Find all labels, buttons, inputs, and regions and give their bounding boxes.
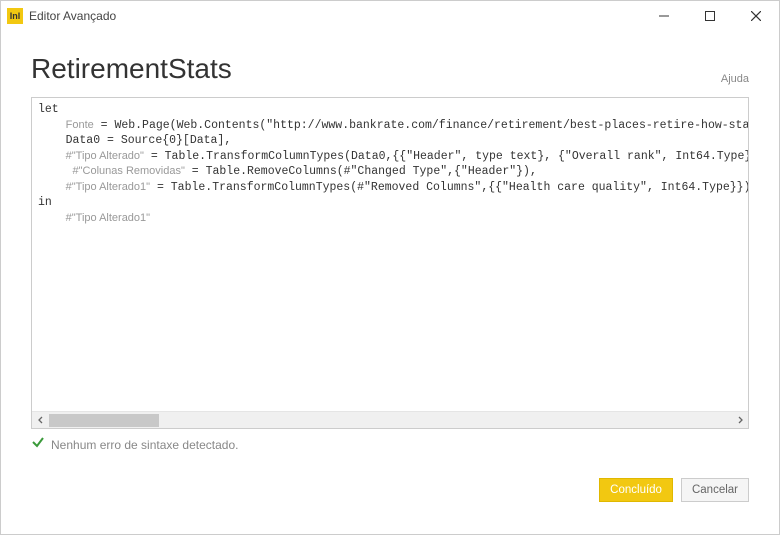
scroll-thumb[interactable] <box>49 414 159 427</box>
titlebar: Inl Editor Avançado <box>1 1 779 31</box>
window-title: Editor Avançado <box>29 9 116 23</box>
header: RetirementStats Ajuda <box>1 31 779 97</box>
scroll-right-icon[interactable] <box>731 412 748 429</box>
status-message: Nenhum erro de sintaxe detectado. <box>51 438 238 452</box>
app-icon: Inl <box>7 8 23 24</box>
help-link[interactable]: Ajuda <box>721 73 749 85</box>
code-editor[interactable]: let Fonte = Web.Page(Web.Contents("http:… <box>32 98 748 411</box>
cancel-button[interactable]: Cancelar <box>681 478 749 502</box>
done-button[interactable]: Concluído <box>599 478 673 502</box>
app-icon-text: Inl <box>10 11 21 21</box>
check-icon <box>31 435 45 454</box>
scroll-left-icon[interactable] <box>32 412 49 429</box>
maximize-button[interactable] <box>687 1 733 31</box>
step-name: #"Tipo Alterado" <box>66 150 144 162</box>
page-title: RetirementStats <box>31 53 232 85</box>
scroll-track[interactable] <box>49 412 731 428</box>
step-name: #"Colunas Removidas" <box>73 165 185 177</box>
horizontal-scrollbar[interactable] <box>32 411 748 428</box>
code-editor-container: let Fonte = Web.Page(Web.Contents("http:… <box>31 97 749 429</box>
minimize-button[interactable] <box>641 1 687 31</box>
status-bar: Nenhum erro de sintaxe detectado. <box>1 429 779 454</box>
step-name: Fonte <box>66 119 94 131</box>
step-name: #"Tipo Alterado1" <box>66 212 150 224</box>
step-name: #"Tipo Alterado1" <box>66 181 150 193</box>
close-button[interactable] <box>733 1 779 31</box>
window-controls <box>641 1 779 31</box>
footer-buttons: Concluído Cancelar <box>1 454 779 502</box>
